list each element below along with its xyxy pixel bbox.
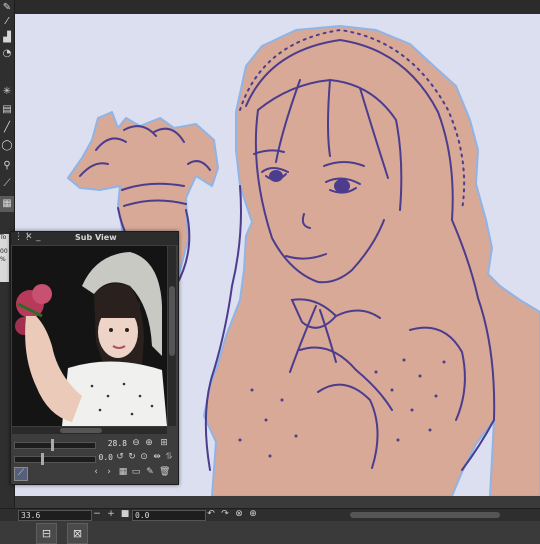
zoom-minus-icon[interactable]: − (92, 509, 102, 519)
navigator-button[interactable]: ⊠ (67, 523, 88, 544)
reference-photo[interactable] (12, 246, 167, 426)
rotate-left-icon[interactable]: ↺ (115, 452, 125, 463)
checker-fill-icon[interactable]: ▦ (0, 196, 14, 212)
sub-view-title-bar[interactable]: ⋮⋮ ✕ _ Sub View (11, 232, 178, 245)
panel-label-3: % (0, 256, 6, 263)
add-icon[interactable]: ⊕ (248, 509, 258, 519)
blend-icon[interactable]: ◔ (0, 46, 14, 62)
edit-icon[interactable]: ✎ (145, 467, 155, 478)
panel-label-2: 00 (0, 248, 8, 255)
rotate-right-icon[interactable]: ↻ (127, 452, 137, 463)
open-file-icon[interactable]: ▭ (131, 467, 141, 478)
reference-photo-image (12, 246, 167, 426)
hscroll-thumb[interactable] (60, 428, 102, 433)
next-image-icon[interactable]: › (104, 467, 114, 478)
move-icon[interactable]: ✳ (0, 84, 14, 100)
fit-view-icon[interactable]: ⊞ (159, 438, 169, 449)
reset-rotate-icon[interactable]: ⊙ (139, 452, 149, 463)
zoom-out-icon[interactable]: ⊖ (131, 438, 141, 449)
top-menu-bar (0, 0, 540, 14)
prev-image-icon[interactable]: ‹ (91, 467, 101, 478)
canvas-hscroll[interactable] (350, 512, 500, 518)
rotate-slider[interactable] (14, 453, 96, 465)
wand-icon[interactable]: ⚲ (0, 158, 14, 174)
select-icon[interactable]: ▤ (0, 102, 14, 118)
left-iris (269, 170, 283, 182)
zoom-slider[interactable] (14, 439, 96, 451)
action-row: ⟋ ‹ › ▦ ▭ ✎ 🗑 (11, 467, 178, 481)
bottom-strip: ⊟ ⊠ (0, 521, 540, 544)
zoom-slider-knob[interactable] (51, 439, 54, 451)
grid-icon[interactable]: ▦ (118, 467, 128, 478)
panel-label-1: To (0, 234, 7, 241)
right-iris (334, 179, 350, 193)
rotate-row: 0.0 ↺ ↻ ⊙ ⇹ ⥮ (11, 452, 178, 465)
navigator-bar: 33.6 − + ■ 0.0 ↶ ↷ ⊗ ⊕ (0, 508, 540, 521)
zoom-field-value: 33.6 (21, 511, 41, 520)
lasso-icon[interactable]: ◯ (0, 138, 14, 154)
zoom-in-icon[interactable]: ⊕ (144, 438, 154, 449)
eyedropper-toggle-icon[interactable]: ⟋ (14, 467, 28, 481)
stop-icon[interactable]: ■ (120, 509, 130, 519)
zoom-plus-icon[interactable]: + (106, 509, 116, 519)
sub-view-hscroll[interactable] (12, 427, 167, 434)
line-icon[interactable]: ╱ (0, 120, 14, 136)
zoom-row: 28.8 ⊖ ⊕ ⊞ (11, 438, 178, 451)
eyedropper-icon[interactable]: ⟋ (0, 176, 14, 192)
rotate-ccw-icon[interactable]: ↶ (206, 509, 216, 519)
sub-view-panel: ⋮⋮ ✕ _ Sub View 28.8 ⊖ ⊕ ⊞ 0.0 ↺ ↻ ⊙ ⇹ ⥮… (10, 231, 179, 485)
layer-panel-button[interactable]: ⊟ (36, 523, 57, 544)
rotate-cw-icon[interactable]: ↷ (220, 509, 230, 519)
sub-view-vscroll[interactable] (168, 246, 176, 426)
property-panel-partial: To 00 % (0, 234, 9, 282)
brush-icon[interactable]: ⁄ (0, 14, 14, 30)
rotate-field-value: 0.0 (135, 511, 150, 520)
vscroll-thumb[interactable] (169, 286, 175, 356)
figure-shape (203, 25, 540, 496)
reset-view-icon[interactable]: ⊗ (234, 509, 244, 519)
zoom-value: 28.8 (107, 439, 127, 448)
rotate-field[interactable]: 0.0 (132, 510, 206, 521)
trash-icon[interactable]: 🗑 (159, 467, 170, 478)
airbrush-icon[interactable]: ▟ (0, 30, 14, 46)
rotate-value: 0.0 (98, 453, 113, 462)
zoom-field[interactable]: 33.6 (18, 510, 92, 521)
flip-horizontal-icon[interactable]: ⇹ (152, 452, 162, 463)
rotate-slider-knob[interactable] (41, 453, 44, 465)
minimize-icon[interactable]: _ (36, 232, 41, 242)
close-icon[interactable]: ✕ (25, 232, 33, 242)
sub-view-title: Sub View (75, 233, 117, 242)
flip-vertical-icon[interactable]: ⥮ (164, 452, 174, 463)
